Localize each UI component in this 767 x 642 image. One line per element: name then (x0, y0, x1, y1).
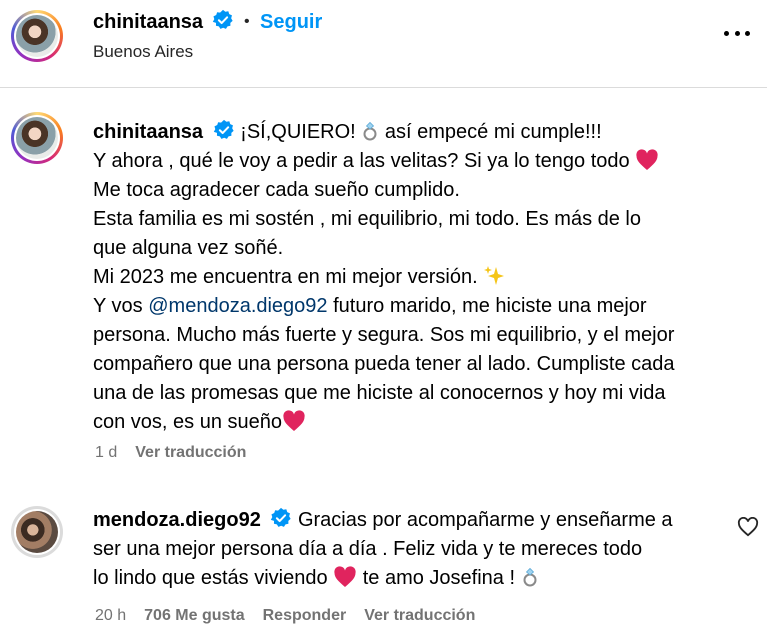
like-heart-icon[interactable] (737, 517, 759, 537)
post-location[interactable]: Buenos Aires (93, 42, 193, 62)
commenter-avatar[interactable] (11, 506, 63, 558)
header-separator: • (243, 13, 250, 30)
caption-meta: 1 d Ver traducción (95, 444, 246, 462)
ring-emoji-icon (363, 121, 377, 141)
ring-emoji-icon (523, 567, 537, 587)
caption-timestamp[interactable]: 1 d (95, 444, 117, 462)
caption-text: Y vos (93, 295, 143, 317)
comment-timestamp[interactable]: 20 h (95, 607, 126, 625)
caption-text: Mi 2023 me encuentra en mi mejor versión… (93, 266, 478, 288)
sparkles-emoji-icon (484, 266, 505, 285)
author-avatar[interactable] (11, 10, 63, 62)
caption-text: ¡SÍ,QUIERO! (240, 121, 356, 143)
red-heart-emoji-icon (283, 410, 305, 431)
caption-text: Y ahora , qué le voy a pedir a las velit… (93, 150, 630, 172)
commenter-username[interactable]: mendoza.diego92 (93, 509, 261, 531)
post-header: chinitaansa • Seguir Buenos Aires (0, 0, 767, 88)
follow-button[interactable]: Seguir (260, 11, 322, 33)
caption-text: una de las promesas que me hiciste al co… (93, 382, 666, 404)
caption-text: persona. Mucho más fuerte y segura. Sos … (93, 324, 675, 346)
caption-text: compañero que una persona pueda tener al… (93, 353, 675, 375)
caption-username[interactable]: chinitaansa (93, 121, 203, 143)
see-translation-link[interactable]: Ver traducción (135, 444, 246, 462)
see-translation-link[interactable]: Ver traducción (364, 607, 475, 625)
post-caption: chinitaansa ¡SÍ,QUIERO! así empecé mi cu… (93, 118, 733, 437)
caption-text: futuro marido, me hiciste una mejor (333, 295, 647, 317)
mention-link[interactable]: @mendoza.diego92 (148, 295, 327, 317)
comment-likes-count[interactable]: 706 Me gusta (144, 607, 244, 625)
red-heart-emoji-icon (636, 149, 658, 170)
comment-text: ser una mejor persona día a día . Feliz … (93, 538, 643, 560)
caption-avatar[interactable] (11, 112, 63, 164)
more-options-icon[interactable] (724, 28, 750, 38)
comment-text: lo lindo que estás viviendo (93, 567, 328, 589)
red-heart-emoji-icon (334, 566, 356, 587)
caption-text: Me toca agradecer cada sueño cumplido. (93, 179, 460, 201)
verified-badge-icon (212, 9, 233, 29)
author-username[interactable]: chinitaansa (93, 11, 203, 33)
caption-text: Esta familia es mi sostén , mi equilibri… (93, 208, 641, 230)
caption-text: que alguna vez soñé. (93, 237, 284, 259)
comment-text: Gracias por acompañarme y enseñarme a (297, 509, 673, 531)
caption-text: con vos, es un sueño (93, 411, 283, 433)
verified-badge-icon (213, 119, 234, 139)
comment-text: te amo Josefina ! (362, 567, 516, 589)
comment-meta: 20 h 706 Me gusta Responder Ver traducci… (95, 607, 475, 625)
reply-button[interactable]: Responder (263, 607, 347, 625)
verified-badge-icon (271, 507, 291, 527)
comment: mendoza.diego92 Gracias por acompañarme … (93, 506, 713, 593)
caption-text: así empecé mi cumple!!! (384, 121, 602, 143)
